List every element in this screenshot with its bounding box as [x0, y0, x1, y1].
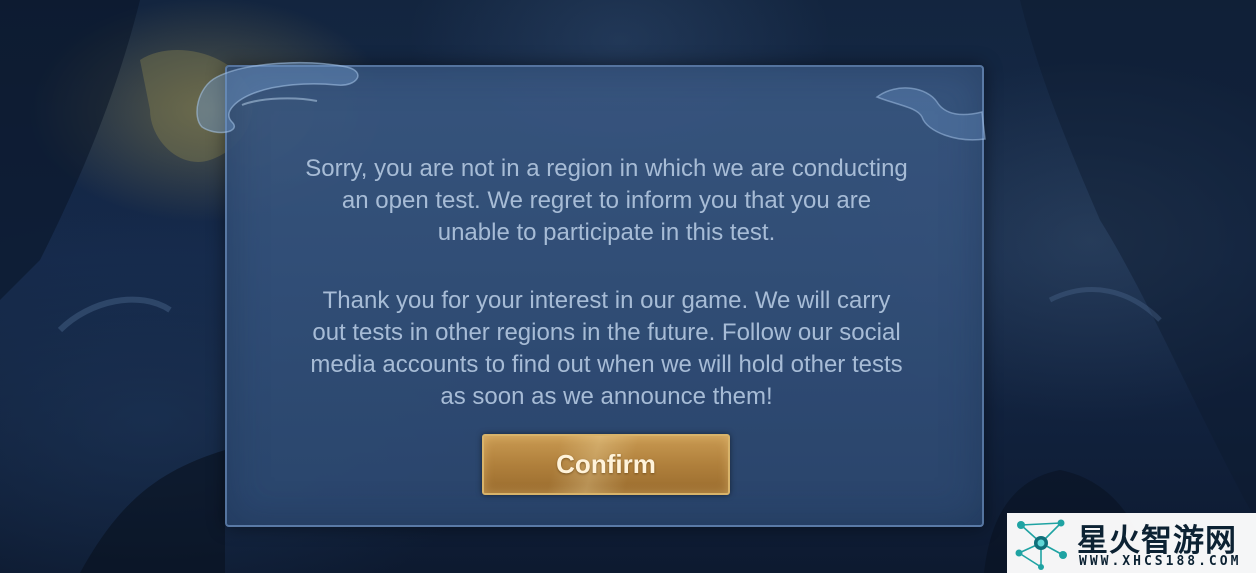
mist-swirl-right-decoration: [875, 87, 986, 141]
site-watermark: 星火智游网 WWW.XHCS188.COM: [1007, 513, 1256, 573]
future-tests-message: Thank you for your interest in our game.…: [310, 287, 903, 410]
confirm-button[interactable]: Confirm: [482, 434, 730, 495]
game-screen: Sorry, you are not in a region in which …: [0, 0, 1256, 573]
confirm-button-label: Confirm: [556, 449, 656, 479]
region-restriction-dialog: Sorry, you are not in a region in which …: [196, 61, 986, 527]
network-nodes-icon: [1015, 519, 1067, 570]
region-restriction-message: Sorry, you are not in a region in which …: [305, 155, 908, 246]
watermark-url: WWW.XHCS188.COM: [1079, 554, 1242, 569]
